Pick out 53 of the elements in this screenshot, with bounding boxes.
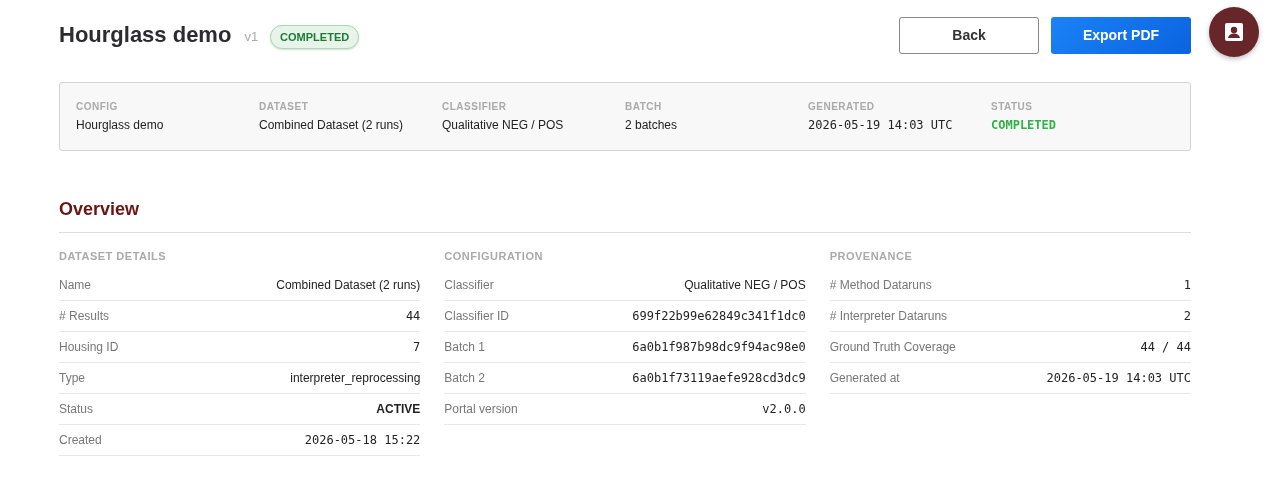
field-label: # Interpreter Dataruns: [829, 309, 948, 323]
field-value: 7: [413, 340, 421, 354]
field-label: Classifier ID: [444, 309, 509, 323]
field-value: 2: [1183, 309, 1191, 323]
field-value: 2026-05-18 15:22: [304, 433, 421, 447]
field-label: Status: [59, 402, 94, 416]
field-value: Qualitative NEG / POS: [684, 278, 806, 292]
field-label: # Method Dataruns: [829, 278, 932, 292]
field-value: v2.0.0: [762, 402, 806, 416]
summary-label: CLASSIFIER: [442, 101, 508, 112]
field-value: 44: [405, 309, 421, 323]
column-heading: PROVENANCE: [829, 250, 914, 264]
field-value: ACTIVE: [376, 402, 421, 416]
field-value: 6a0b1f987b98dc9f94ac98e0: [632, 340, 806, 354]
field-label: Batch 1: [444, 340, 486, 354]
field-label: Classifier: [444, 278, 494, 292]
field-value: 1: [1183, 278, 1191, 292]
version-label: v1: [244, 29, 259, 44]
field-label: Ground Truth Coverage: [829, 340, 956, 354]
summary-value: 2026-05-19 14:03 UTC: [808, 118, 954, 132]
user-icon: [1224, 22, 1244, 42]
column-heading: CONFIGURATION: [444, 250, 544, 264]
section-title: Overview: [59, 199, 1191, 233]
field-label: # Results: [59, 309, 110, 323]
summary-label: GENERATED: [808, 101, 876, 112]
summary-label: BATCH: [625, 101, 663, 112]
account-button[interactable]: [1209, 7, 1259, 57]
field-label: Name: [59, 278, 91, 292]
status-badge: COMPLETED: [270, 25, 360, 49]
field-value: 2026-05-19 14:03 UTC: [1046, 371, 1191, 385]
summary-value: COMPLETED: [991, 118, 1058, 132]
field-value: 699f22b99e62849c341f1dc0: [632, 309, 806, 323]
field-label: Batch 2: [444, 371, 486, 385]
summary-label: CONFIG: [76, 101, 119, 112]
field-value: Combined Dataset (2 runs): [276, 278, 421, 292]
field-label: Created: [59, 433, 102, 447]
summary-label: DATASET: [259, 101, 310, 112]
field-value: 44 / 44: [1140, 340, 1191, 354]
summary-value: 2 batches: [625, 118, 679, 132]
field-value: interpreter_reprocessing: [290, 371, 421, 385]
field-label: Housing ID: [59, 340, 119, 354]
summary-value: Qualitative NEG / POS: [442, 118, 565, 132]
page-title: Hourglass demo: [59, 22, 232, 48]
summary-label: STATUS: [991, 101, 1034, 112]
summary-value: Hourglass demo: [76, 118, 165, 132]
column-heading: DATASET DETAILS: [59, 250, 168, 264]
field-label: Portal version: [444, 402, 518, 416]
field-label: Type: [59, 371, 85, 385]
field-value: 6a0b1f73119aefe928cd3dc9: [632, 371, 806, 385]
back-button[interactable]: Back: [899, 16, 1039, 54]
summary-value: Combined Dataset (2 runs): [259, 118, 405, 132]
field-label: Generated at: [829, 371, 900, 385]
export-button[interactable]: Export PDF: [1051, 16, 1191, 54]
